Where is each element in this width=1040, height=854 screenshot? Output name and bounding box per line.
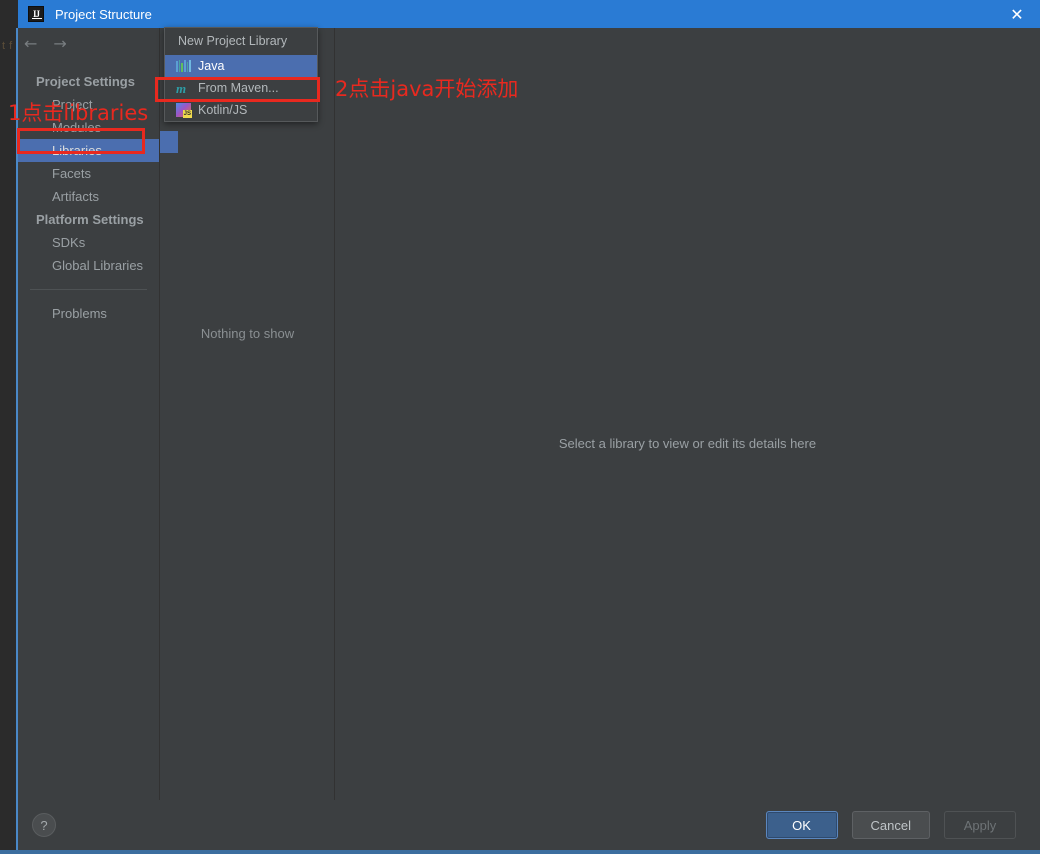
detail-placeholder-text: Select a library to view or edit its det…	[558, 436, 817, 451]
ok-button[interactable]: OK	[765, 811, 838, 839]
nav-history-toolbar: ← →	[18, 28, 159, 60]
popup-item-label: Kotlin/JS	[198, 103, 248, 117]
nav-group-platform-settings: Platform Settings	[36, 212, 144, 227]
back-arrow-icon[interactable]: ←	[24, 36, 37, 52]
nav-group-project-settings: Project Settings	[36, 74, 135, 89]
forward-arrow-icon[interactable]: →	[53, 36, 66, 52]
sidebar-item-global-libraries[interactable]: Global Libraries	[18, 254, 159, 277]
sidebar-item-artifacts[interactable]: Artifacts	[18, 185, 159, 208]
intellij-idea-icon: IJ	[28, 6, 44, 22]
annotation-step2-box	[155, 77, 320, 102]
sidebar-item-problems[interactable]: Problems	[18, 302, 159, 325]
annotation-step2-text: 2点击java开始添加	[335, 77, 519, 101]
close-icon[interactable]: ✕	[994, 0, 1040, 28]
annotation-step1-text: 1点击libraries	[8, 101, 149, 125]
dialog-title: Project Structure	[55, 6, 152, 22]
sidebar-item-facets[interactable]: Facets	[18, 162, 159, 185]
cancel-button[interactable]: Cancel	[851, 811, 930, 839]
apply-button: Apply	[944, 811, 1016, 839]
sidebar-item-sdks[interactable]: SDKs	[18, 231, 159, 254]
dialog-titlebar: IJ Project Structure ✕	[18, 0, 1040, 28]
annotation-step1-box	[17, 128, 145, 154]
empty-list-message: Nothing to show	[200, 326, 295, 341]
desktop-ghost-text: t f	[2, 40, 13, 52]
titlebar-left: IJ Project Structure	[18, 6, 994, 22]
footer-button-group: OK Cancel Apply	[765, 811, 1040, 839]
desktop-bottom-accent	[0, 850, 1040, 854]
sidebar-selection-overflow	[160, 131, 178, 153]
popup-item-label: Java	[198, 59, 225, 73]
popup-header-label: New Project Library	[178, 34, 288, 48]
nav-divider	[30, 289, 147, 290]
popup-item-kotlin-js[interactable]: Kotlin/JS	[165, 99, 317, 121]
project-structure-dialog: IJ Project Structure ✕ ← → Project Setti…	[18, 0, 1040, 850]
libraries-list-panel: + − Nothing to show	[160, 28, 335, 800]
kotlin-js-icon	[176, 103, 192, 118]
help-button[interactable]: ?	[32, 813, 56, 837]
new-project-library-popup: New Project Library Java m From Maven...…	[164, 27, 318, 122]
dialog-footer: ? OK Cancel Apply	[18, 800, 1040, 850]
java-icon	[176, 60, 192, 72]
popup-item-java[interactable]: Java	[165, 55, 317, 77]
library-detail-panel: Select a library to view or edit its det…	[335, 28, 1040, 800]
